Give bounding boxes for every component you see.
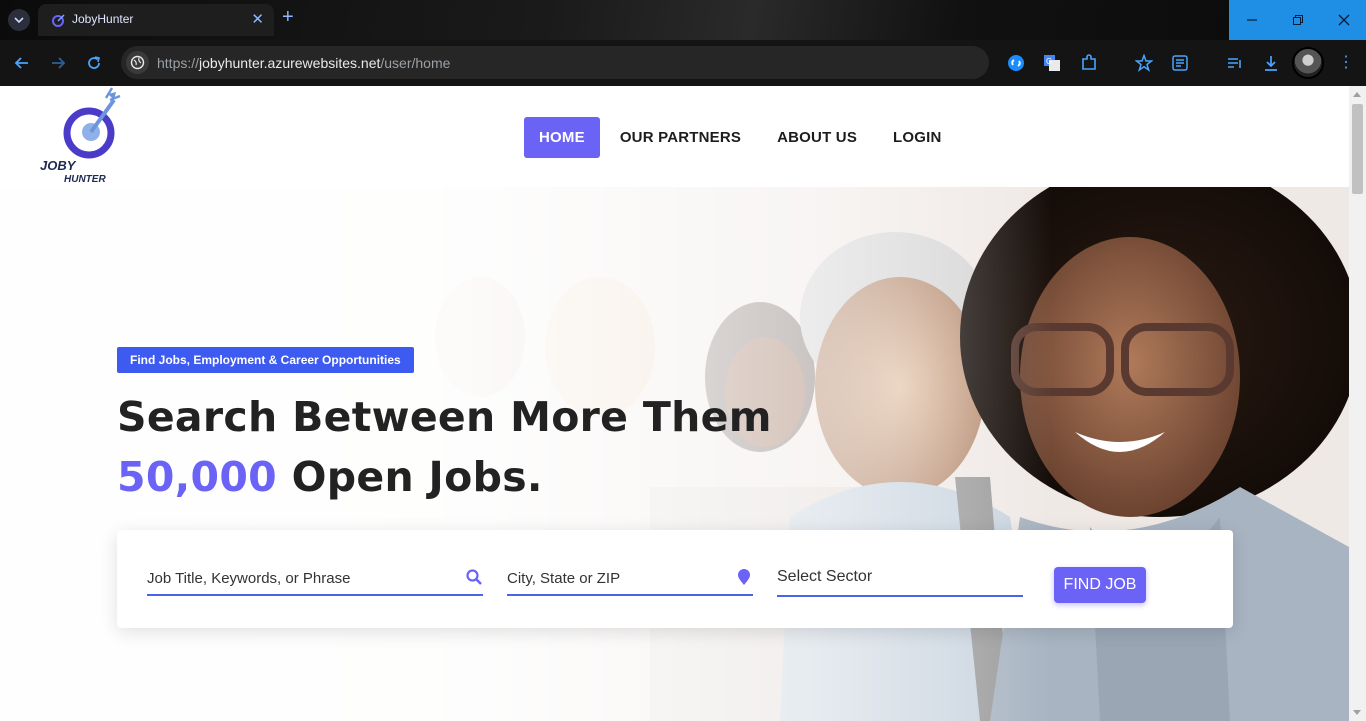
search-icon[interactable] [465,568,483,586]
back-button[interactable] [11,52,33,74]
scroll-thumb[interactable] [1352,104,1363,194]
arrow-right-icon [52,57,66,69]
arrow-left-icon [14,57,28,69]
main-menu: HOME OUR PARTNERS ABOUT US LOGIN [524,117,964,158]
sector-select-value: Select Sector [777,568,873,585]
tab-search-button[interactable] [8,9,30,31]
reading-list-icon[interactable] [1169,52,1191,74]
keywords-field [147,566,483,596]
menu-item-home[interactable]: HOME [524,117,600,158]
sector-select[interactable]: Select Sector [777,562,1023,597]
menu-item-login[interactable]: LOGIN [879,117,956,158]
close-icon [1338,14,1350,26]
address-bar[interactable]: https://jobyhunter.azurewebsites.net/use… [121,46,989,79]
tab-title: JobyHunter [72,12,134,26]
site-header: JOBY HUNTER HOME OUR PARTNERS ABOUT US L… [0,86,1349,187]
location-field [507,566,753,596]
new-tab-button[interactable]: + [282,6,294,29]
map-pin-icon [738,569,750,585]
minimize-icon [1247,19,1257,21]
favorites-star-icon[interactable] [1133,52,1155,74]
page-scrollbar[interactable] [1349,86,1366,721]
headline-jobs-count: 50,000 [117,453,278,501]
logo-text-joby: JOBY [40,158,77,173]
translate-extension-icon[interactable]: G [1041,52,1063,74]
reload-icon [88,56,100,69]
hero-tagline-badge: Find Jobs, Employment & Career Opportuni… [117,347,414,373]
logo-text-hunter: HUNTER [64,174,106,185]
window-minimize-button[interactable] [1229,0,1275,40]
browser-tab-bar: JobyHunter ✕ + [0,0,1366,40]
window-close-button[interactable] [1321,0,1366,40]
extensions-puzzle-icon[interactable] [1078,52,1100,74]
tab-close-icon[interactable]: ✕ [251,10,264,28]
playlist-icon[interactable] [1224,52,1246,74]
scroll-down-arrow-icon[interactable] [1353,710,1361,715]
hero-section: Find Jobs, Employment & Career Opportuni… [0,187,1349,721]
window-restore-button[interactable] [1275,0,1321,40]
more-menu-icon[interactable]: ⋮ [1338,52,1354,72]
reload-button[interactable] [83,52,105,74]
headline-line-2: Open Jobs. [277,453,543,501]
restore-icon [1293,15,1303,25]
jobyhunter-logo[interactable]: JOBY HUNTER [36,86,126,186]
browser-toolbar: https://jobyhunter.azurewebsites.net/use… [0,40,1366,86]
downloads-icon[interactable] [1260,52,1282,74]
forward-button[interactable] [47,52,69,74]
hero-headline: Search Between More Them 50,000 Open Job… [117,387,772,507]
menu-item-about-us[interactable]: ABOUT US [763,117,871,158]
url-host: jobyhunter.azurewebsites.net [199,55,381,71]
shazam-extension-icon[interactable] [1005,52,1027,74]
target-favicon-icon [52,14,65,27]
profile-avatar[interactable] [1292,47,1324,79]
job-search-form: Select Sector FIND JOB [117,530,1233,628]
url-text: https://jobyhunter.azurewebsites.net/use… [157,55,450,71]
site-info-icon[interactable] [126,51,149,74]
url-scheme: https:// [157,55,200,71]
chevron-down-icon [14,17,24,24]
url-path: /user/home [380,55,451,71]
location-input[interactable] [507,570,724,587]
svg-text:G: G [1046,57,1052,66]
scroll-up-arrow-icon[interactable] [1353,92,1361,97]
keywords-input[interactable] [147,570,443,587]
find-job-button[interactable]: FIND JOB [1054,567,1146,603]
menu-item-our-partners[interactable]: OUR PARTNERS [606,117,755,158]
headline-line-1: Search Between More Them [117,393,772,441]
browser-tab-jobyhunter[interactable]: JobyHunter ✕ [38,4,274,36]
web-page: JOBY HUNTER HOME OUR PARTNERS ABOUT US L… [0,86,1349,721]
